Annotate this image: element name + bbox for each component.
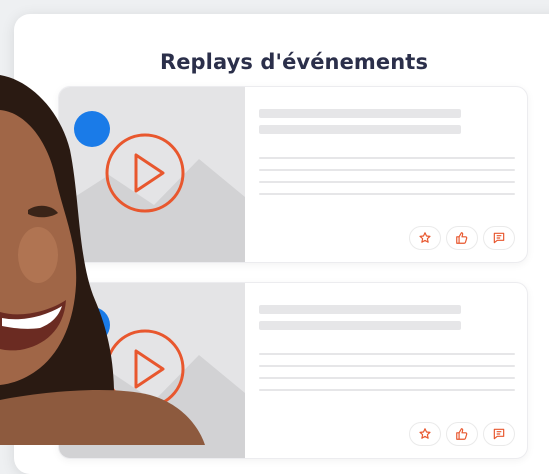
person-photo xyxy=(0,75,205,445)
